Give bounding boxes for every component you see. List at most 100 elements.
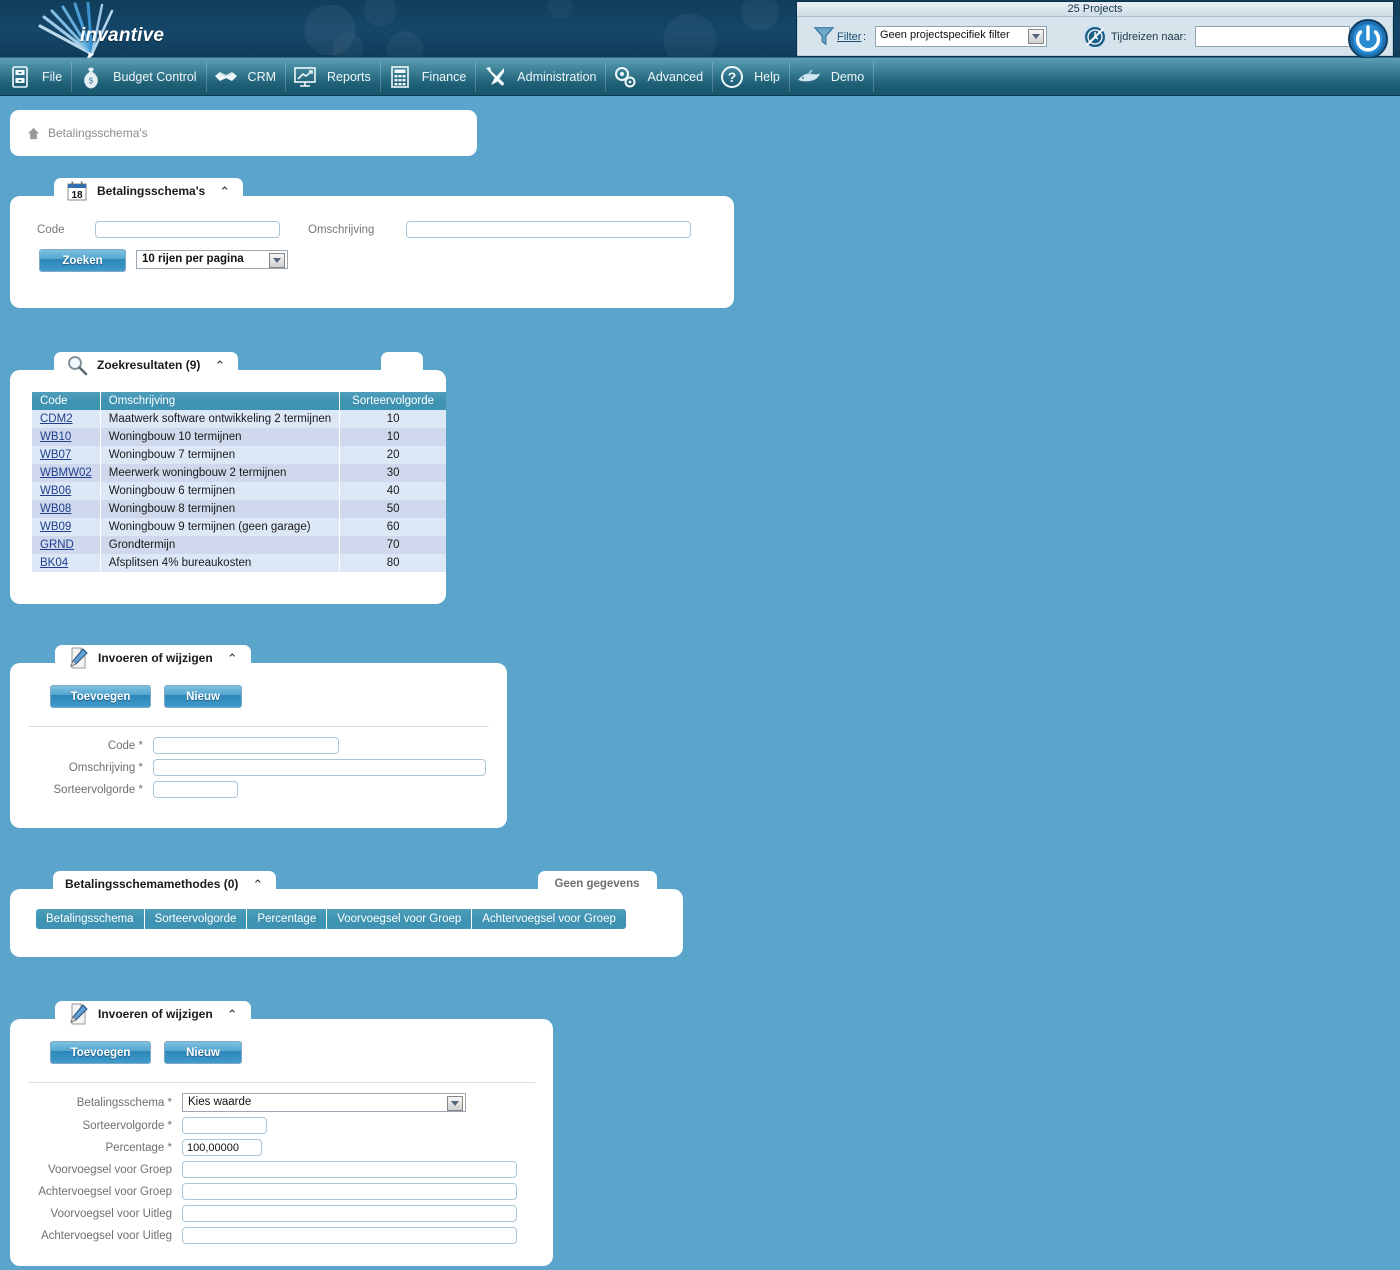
cell-code: WB10 xyxy=(32,428,101,446)
chevron-down-icon[interactable] xyxy=(269,253,285,268)
chevron-up-icon[interactable]: ⌃ xyxy=(252,878,263,891)
nav-item-reports[interactable]: Reports xyxy=(285,58,380,96)
time-travel-icon[interactable] xyxy=(1082,24,1108,50)
filter-link[interactable]: Filter xyxy=(837,31,861,43)
code-link[interactable]: GRND xyxy=(40,539,74,551)
magnifier-icon xyxy=(68,356,88,376)
table-row: WB08 Woningbouw 8 termijnen 50 xyxy=(32,500,446,518)
code-link[interactable]: WB09 xyxy=(40,521,71,533)
chevron-up-icon[interactable]: ⌃ xyxy=(227,652,238,665)
chevron-down-icon[interactable] xyxy=(447,1096,463,1111)
code-link[interactable]: WB06 xyxy=(40,485,71,497)
field-label: Achtervoegsel voor Uitleg xyxy=(40,1229,172,1242)
home-icon[interactable] xyxy=(27,127,40,140)
code-link[interactable]: WB08 xyxy=(40,503,71,515)
search-code-input[interactable] xyxy=(95,221,280,238)
nav-label: Reports xyxy=(327,69,371,84)
nav-item-budget-control[interactable]: $ Budget Control xyxy=(71,58,205,96)
achtervoegsel-groep-input[interactable] xyxy=(182,1183,517,1200)
results-panel-extra-tab[interactable] xyxy=(381,352,423,378)
filter-colon: : xyxy=(863,31,867,43)
field-label: Percentage * xyxy=(105,1141,173,1154)
results-panel-tab[interactable]: Zoekresultaten (9) ⌃ xyxy=(54,352,239,378)
code-link[interactable]: CDM2 xyxy=(40,413,73,425)
form-row: Achtervoegsel voor Groep xyxy=(10,1183,517,1200)
nav-label: Help xyxy=(754,69,780,84)
column-header-sorteervolgorde[interactable]: Sorteervolgorde xyxy=(339,392,446,410)
betalingsschema-select[interactable]: Kies waarde xyxy=(182,1093,466,1112)
percentage-input[interactable] xyxy=(182,1139,262,1156)
nav-item-finance[interactable]: Finance xyxy=(379,58,475,96)
brand-logo[interactable]: invantive xyxy=(22,2,202,58)
search-omschrijving-input[interactable] xyxy=(406,221,691,238)
nav-item-advanced[interactable]: Advanced xyxy=(605,58,712,96)
nav-item-administration[interactable]: Administration xyxy=(475,58,605,96)
nav-item-crm[interactable]: CRM xyxy=(205,58,285,96)
field-label: Sorteervolgorde * xyxy=(82,1119,173,1132)
table-row: WB09 Woningbouw 9 termijnen (geen garage)… xyxy=(32,518,446,536)
sorteervolgorde-input[interactable] xyxy=(153,781,238,798)
form-row: Code * xyxy=(10,737,486,754)
toevoegen-button-2[interactable]: Toevoegen xyxy=(50,1041,151,1064)
edit-panel-1-tab[interactable]: Invoeren of wijzigen ⌃ xyxy=(55,645,251,671)
sorteervolgorde-input-2[interactable] xyxy=(182,1117,267,1134)
projects-filter-box: 25 Projects Filter : Geen projectspecifi… xyxy=(796,1,1394,60)
nieuw-button-2[interactable]: Nieuw xyxy=(164,1041,242,1064)
handshake-icon xyxy=(214,71,237,81)
cell-code: CDM2 xyxy=(32,410,101,428)
code-input[interactable] xyxy=(153,737,339,754)
column-header-achtervoegsel-groep[interactable]: Achtervoegsel voor Groep xyxy=(472,909,626,929)
chevron-up-icon[interactable]: ⌃ xyxy=(219,185,230,198)
nav-divider xyxy=(873,61,875,92)
rows-per-page-select[interactable]: 10 rijen per pagina xyxy=(136,250,288,269)
cell-sorteervolgorde: 10 xyxy=(339,410,446,428)
cell-omschrijving: Woningbouw 6 termijnen xyxy=(100,482,341,500)
column-header-code[interactable]: Code xyxy=(32,392,101,410)
table-row: CDM2 Maatwerk software ontwikkeling 2 ter… xyxy=(32,410,446,428)
svg-text:?: ? xyxy=(728,69,737,85)
edit-panel-2-tab[interactable]: Invoeren of wijzigen ⌃ xyxy=(55,1001,251,1027)
cell-code: WBMW02 xyxy=(32,464,101,482)
methods-panel-tab[interactable]: Betalingsschemamethodes (0) ⌃ xyxy=(53,871,277,897)
brand-name: invantive xyxy=(80,25,165,46)
nav-label: CRM xyxy=(247,69,277,84)
omschrijving-input[interactable] xyxy=(153,759,486,776)
nieuw-button-1[interactable]: Nieuw xyxy=(164,685,242,708)
chevron-up-icon[interactable]: ⌃ xyxy=(214,359,225,372)
tools-icon xyxy=(486,66,505,86)
cell-omschrijving: Grondtermijn xyxy=(100,536,341,554)
question-circle-icon: ? xyxy=(721,65,744,88)
code-link[interactable]: WBMW02 xyxy=(40,467,92,479)
power-icon[interactable] xyxy=(1347,18,1389,60)
code-link[interactable]: WB07 xyxy=(40,449,71,461)
column-header-sorteervolgorde[interactable]: Sorteervolgorde xyxy=(144,909,248,929)
code-link[interactable]: WB10 xyxy=(40,431,71,443)
methods-empty-tab[interactable]: Geen gegevens xyxy=(538,871,657,897)
chevron-down-icon[interactable] xyxy=(1028,29,1044,44)
search-panel-tab[interactable]: 18 Betalingsschema's ⌃ xyxy=(54,178,244,204)
chevron-up-icon[interactable]: ⌃ xyxy=(227,1008,238,1021)
field-label: Voorvoegsel voor Groep xyxy=(47,1163,172,1176)
column-header-voorvoegsel-groep[interactable]: Voorvoegsel voor Groep xyxy=(327,909,473,929)
column-header-omschrijving[interactable]: Omschrijving xyxy=(100,392,341,410)
column-header-percentage[interactable]: Percentage xyxy=(247,909,328,929)
nav-label: File xyxy=(42,69,63,84)
code-link[interactable]: BK04 xyxy=(40,557,68,569)
nav-item-file[interactable]: File xyxy=(0,58,71,96)
results-table: Code Omschrijving Sorteervolgorde CDM2 Ma… xyxy=(32,392,446,572)
project-filter-select[interactable]: Geen projectspecifiek filter xyxy=(875,26,1047,47)
field-label: Code * xyxy=(107,739,143,752)
panel-divider xyxy=(28,726,489,727)
search-button[interactable]: Zoeken xyxy=(39,249,126,272)
table-row: WB06 Woningbouw 6 termijnen 40 xyxy=(32,482,446,500)
project-filter-value: Geen projectspecifiek filter xyxy=(880,29,1010,41)
nav-item-help[interactable]: ? Help xyxy=(712,58,789,96)
nav-item-demo[interactable]: Demo xyxy=(788,58,873,96)
toevoegen-button-1[interactable]: Toevoegen xyxy=(50,685,151,708)
column-header-betalingsschema[interactable]: Betalingsschema xyxy=(36,909,145,929)
timetravel-input[interactable] xyxy=(1195,26,1350,47)
edit-panel-2-form: Betalingsschema * Kies waarde Sorteervol… xyxy=(10,1093,517,1249)
voorvoegsel-groep-input[interactable] xyxy=(182,1161,517,1178)
achtervoegsel-uitleg-input[interactable] xyxy=(182,1227,517,1244)
voorvoegsel-uitleg-input[interactable] xyxy=(182,1205,517,1222)
